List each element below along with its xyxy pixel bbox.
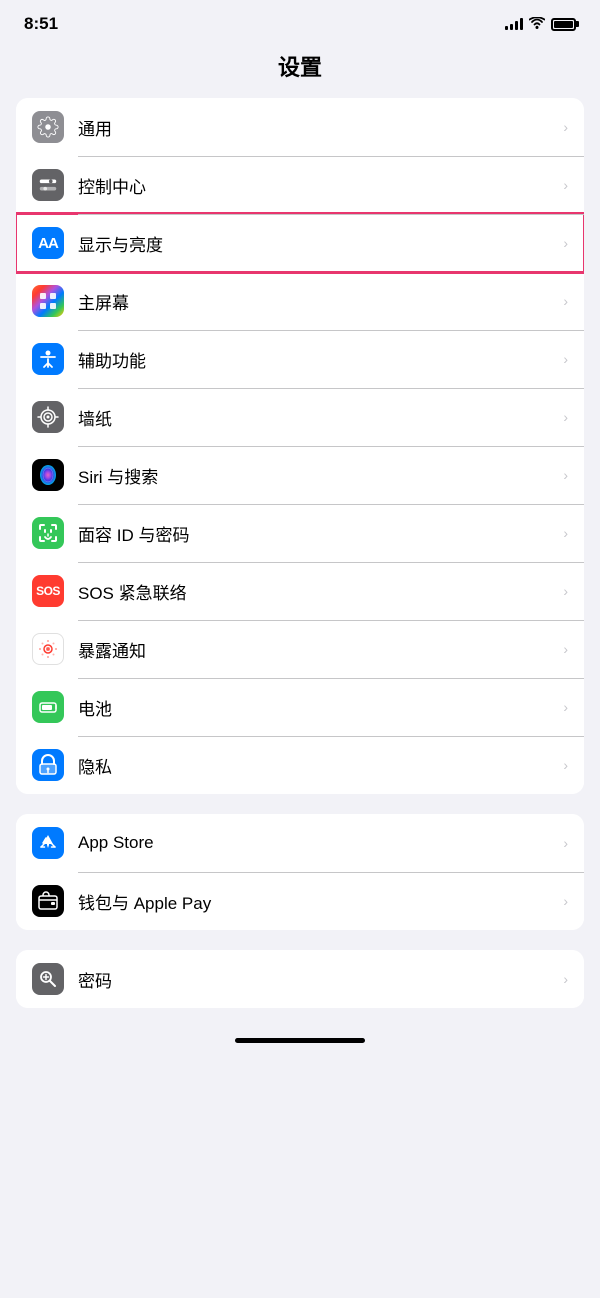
chevron-icon: › bbox=[563, 757, 568, 773]
settings-group-3: 密码 › bbox=[0, 950, 600, 1008]
settings-item-sos[interactable]: SOS SOS 紧急联络 › bbox=[16, 562, 584, 620]
status-icons bbox=[505, 17, 576, 32]
settings-group-2: App Store › 钱包与 Apple Pay › bbox=[0, 814, 600, 930]
aa-icon: AA bbox=[32, 227, 64, 259]
status-time: 8:51 bbox=[24, 14, 58, 34]
sos-icon: SOS bbox=[32, 575, 64, 607]
settings-list-3: 密码 › bbox=[16, 950, 584, 1008]
tongyong-label: 通用 bbox=[78, 115, 563, 140]
settings-group-1: 通用 › 控制中心 › AA 显示与亮度 › bbox=[0, 98, 600, 794]
settings-item-tongyong[interactable]: 通用 › bbox=[16, 98, 584, 156]
faceid-label: 面容 ID 与密码 bbox=[78, 521, 563, 546]
signal-icon bbox=[505, 18, 523, 30]
chevron-icon: › bbox=[563, 467, 568, 483]
status-bar: 8:51 bbox=[0, 0, 600, 42]
chevron-icon: › bbox=[563, 351, 568, 367]
password-icon bbox=[32, 963, 64, 995]
chevron-icon: › bbox=[563, 583, 568, 599]
settings-list-1: 通用 › 控制中心 › AA 显示与亮度 › bbox=[16, 98, 584, 794]
chevron-icon: › bbox=[563, 525, 568, 541]
settings-item-dianchi[interactable]: 电池 › bbox=[16, 678, 584, 736]
chevron-icon: › bbox=[563, 835, 568, 851]
zhupingmu-label: 主屏幕 bbox=[78, 289, 563, 314]
grid-icon bbox=[32, 285, 64, 317]
sos-label: SOS 紧急联络 bbox=[78, 579, 563, 604]
settings-item-yinsi[interactable]: 隐私 › bbox=[16, 736, 584, 794]
home-indicator bbox=[0, 1028, 600, 1051]
battery-item-icon bbox=[32, 691, 64, 723]
qiangzhi-label: 墙纸 bbox=[78, 405, 563, 430]
chevron-icon: › bbox=[563, 235, 568, 251]
privacy-icon bbox=[32, 749, 64, 781]
settings-item-wallet[interactable]: 钱包与 Apple Pay › bbox=[16, 872, 584, 930]
gear-icon bbox=[32, 111, 64, 143]
wallet-label: 钱包与 Apple Pay bbox=[78, 889, 563, 914]
chevron-icon: › bbox=[563, 409, 568, 425]
chevron-icon: › bbox=[563, 971, 568, 987]
settings-item-qiangzhi[interactable]: 墙纸 › bbox=[16, 388, 584, 446]
siri-icon bbox=[32, 459, 64, 491]
appstore-label: App Store bbox=[78, 833, 563, 853]
battery-icon bbox=[551, 18, 576, 31]
settings-item-appstore[interactable]: App Store › bbox=[16, 814, 584, 872]
faceid-icon bbox=[32, 517, 64, 549]
settings-item-baolu[interactable]: 暴露通知 › bbox=[16, 620, 584, 678]
chevron-icon: › bbox=[563, 641, 568, 657]
yinsi-label: 隐私 bbox=[78, 753, 563, 778]
xianshi-label: 显示与亮度 bbox=[78, 231, 563, 256]
chevron-icon: › bbox=[563, 293, 568, 309]
settings-item-password[interactable]: 密码 › bbox=[16, 950, 584, 1008]
chevron-icon: › bbox=[563, 177, 568, 193]
accessibility-icon bbox=[32, 343, 64, 375]
kongzhizhongxin-label: 控制中心 bbox=[78, 173, 563, 198]
baolu-label: 暴露通知 bbox=[78, 637, 563, 662]
password-label: 密码 bbox=[78, 967, 563, 992]
fuzhu-label: 辅助功能 bbox=[78, 347, 563, 372]
chevron-icon: › bbox=[563, 699, 568, 715]
appstore-icon bbox=[32, 827, 64, 859]
settings-list-2: App Store › 钱包与 Apple Pay › bbox=[16, 814, 584, 930]
wallpaper-icon bbox=[32, 401, 64, 433]
toggle-icon bbox=[32, 169, 64, 201]
settings-item-fuzhu[interactable]: 辅助功能 › bbox=[16, 330, 584, 388]
settings-item-xianshi[interactable]: AA 显示与亮度 › bbox=[16, 214, 584, 272]
exposure-icon bbox=[32, 633, 64, 665]
dianchi-label: 电池 bbox=[78, 695, 563, 720]
wallet-icon bbox=[32, 885, 64, 917]
wifi-icon bbox=[529, 17, 545, 32]
settings-item-faceid[interactable]: 面容 ID 与密码 › bbox=[16, 504, 584, 562]
chevron-icon: › bbox=[563, 119, 568, 135]
chevron-icon: › bbox=[563, 893, 568, 909]
page-title: 设置 bbox=[0, 42, 600, 98]
settings-item-zhupingmu[interactable]: 主屏幕 › bbox=[16, 272, 584, 330]
siri-label: Siri 与搜索 bbox=[78, 463, 563, 488]
settings-item-kongzhizhongxin[interactable]: 控制中心 › bbox=[16, 156, 584, 214]
home-bar bbox=[235, 1038, 365, 1043]
settings-item-siri[interactable]: Siri 与搜索 › bbox=[16, 446, 584, 504]
